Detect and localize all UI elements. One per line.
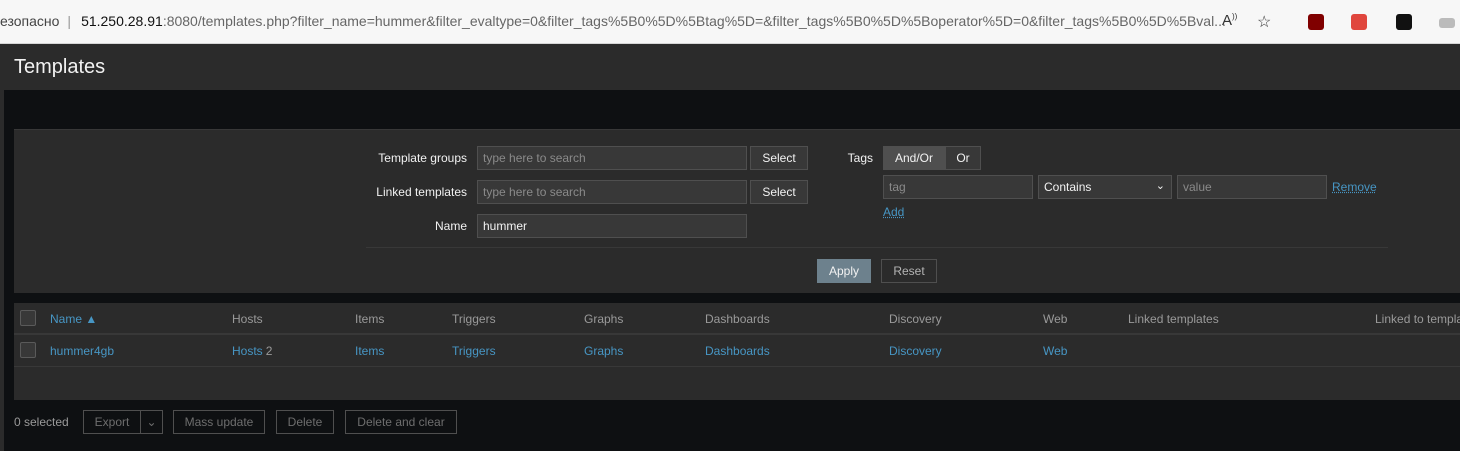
tag-operator-select[interactable]: Contains ⌄ (1038, 175, 1172, 199)
column-hosts: Hosts (232, 312, 263, 326)
linked-templates-input[interactable]: type here to search (477, 180, 747, 204)
select-all-checkbox[interactable] (20, 310, 36, 326)
web-link[interactable]: Web (1043, 344, 1067, 358)
delete-button[interactable]: Delete (276, 410, 334, 434)
address-bar[interactable]: езопасно | 51.250.28.91:8080/templates.php… (0, 13, 1226, 29)
tag-operator-value: Contains (1044, 180, 1092, 194)
hosts-count: 2 (265, 344, 273, 358)
reset-button[interactable]: Reset (881, 259, 937, 283)
template-groups-input[interactable]: type here to search (477, 146, 747, 170)
page-content: Templates Template groups type here to s… (0, 44, 1460, 451)
column-discovery: Discovery (889, 312, 942, 326)
page-title: Templates (14, 56, 106, 78)
template-groups-label: Template groups (378, 151, 467, 165)
table-footer-actions: 0 selected Export ⌄ Mass update Delete D… (14, 410, 514, 434)
mass-update-button[interactable]: Mass update (173, 410, 265, 434)
items-link[interactable]: Items (355, 344, 384, 358)
filter-panel: Template groups type here to search Sele… (14, 129, 1460, 293)
tag-input[interactable]: tag (883, 175, 1033, 199)
export-button[interactable]: Export (83, 410, 141, 434)
menu-icon[interactable] (1439, 18, 1455, 28)
tag-add-link[interactable]: Add (883, 205, 904, 219)
hosts-link[interactable]: Hosts (232, 344, 263, 358)
chevron-down-icon: ⌄ (1155, 180, 1165, 192)
filter-divider (366, 247, 1388, 248)
ublock-extension-icon[interactable] (1308, 14, 1324, 30)
column-linked-to-templates: Linked to templa (1375, 312, 1460, 326)
column-items: Items (355, 312, 385, 326)
tags-andor-toggle[interactable]: And/Or (883, 146, 945, 170)
apply-button[interactable]: Apply (817, 259, 871, 283)
table-row: hummer4gb Hosts 2 Items Triggers Graphs D… (14, 335, 1460, 367)
extension-icon[interactable] (1351, 14, 1367, 30)
column-triggers: Triggers (452, 312, 496, 326)
tag-value-input[interactable]: value (1177, 175, 1327, 199)
selected-count: 0 selected (14, 415, 69, 429)
linked-templates-label: Linked templates (376, 185, 467, 199)
tag-remove-link[interactable]: Remove (1332, 180, 1377, 194)
templates-table: Name ▲ Hosts Items Triggers Graphs Dashb… (14, 303, 1460, 400)
url-path: :8080/templates.php?filter_name=hummer&f… (162, 13, 1226, 29)
name-input[interactable]: hummer (477, 214, 747, 238)
insecure-label: езопасно (0, 13, 60, 29)
k-extension-icon[interactable] (1396, 14, 1412, 30)
dashboards-link[interactable]: Dashboards (705, 344, 770, 358)
page-header: Templates (4, 44, 1460, 90)
discovery-link[interactable]: Discovery (889, 344, 942, 358)
template-name-link[interactable]: hummer4gb (50, 344, 114, 358)
column-dashboards: Dashboards (705, 312, 770, 326)
favorite-add-icon[interactable]: ☆ (1257, 12, 1271, 32)
column-name[interactable]: Name ▲ (50, 312, 97, 326)
graphs-link[interactable]: Graphs (584, 344, 623, 358)
triggers-link[interactable]: Triggers (452, 344, 496, 358)
chevron-down-icon: ⌄ (146, 415, 157, 429)
linked-templates-select-button[interactable]: Select (750, 180, 808, 204)
read-aloud-icon[interactable]: A)) (1222, 12, 1237, 29)
column-web: Web (1043, 312, 1068, 326)
browser-toolbar: езопасно | 51.250.28.91:8080/templates.php… (0, 0, 1460, 44)
sidebar-edge (0, 44, 4, 451)
url-host: 51.250.28.91 (81, 13, 163, 29)
tags-or-toggle[interactable]: Or (945, 146, 981, 170)
delete-and-clear-button[interactable]: Delete and clear (345, 410, 457, 434)
column-graphs: Graphs (584, 312, 624, 326)
column-linked-templates: Linked templates (1128, 312, 1219, 326)
export-dropdown-button[interactable]: ⌄ (140, 410, 163, 434)
table-header: Name ▲ Hosts Items Triggers Graphs Dashb… (14, 303, 1460, 335)
template-groups-select-button[interactable]: Select (750, 146, 808, 170)
row-checkbox[interactable] (20, 342, 36, 358)
name-label: Name (434, 219, 467, 233)
tags-label: Tags (847, 151, 873, 165)
